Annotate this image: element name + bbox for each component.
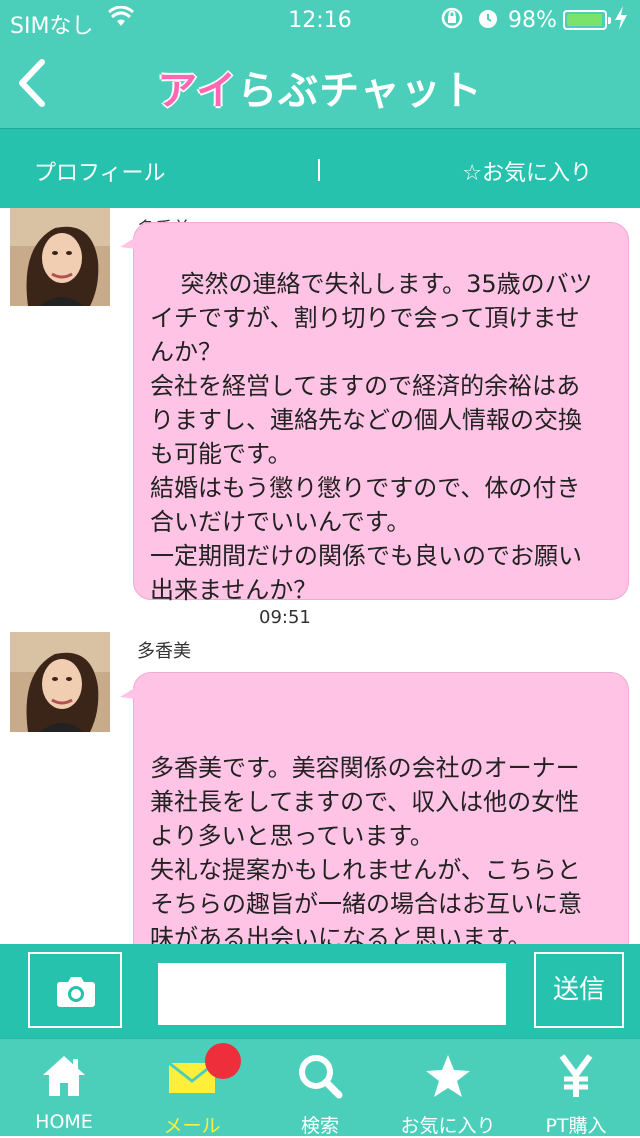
tab-home[interactable]: HOME — [0, 1039, 128, 1137]
profile-link[interactable]: プロフィール — [34, 155, 166, 187]
tab-label: HOME — [35, 1111, 93, 1133]
star-icon — [384, 1053, 512, 1101]
charging-bolt-icon — [614, 6, 628, 35]
tab-bar: HOME メール 検索 お気に入り PT購入 — [0, 1038, 640, 1137]
tab-label: 検索 — [300, 1115, 339, 1137]
tab-favorites[interactable]: お気に入り — [384, 1039, 512, 1137]
message-input-bar: 送信 — [0, 944, 640, 1038]
message-bubble: 多香美です。美容関係の会社のオーナー 兼社長をしてますので、収入は他の女性 より… — [120, 672, 629, 944]
message-bubble: 突然の連絡で失礼します。35歳のバツ イチですが、割り切りで会って頂けませ んか… — [120, 222, 629, 604]
app-logo: アイらぶチャット — [157, 68, 483, 114]
battery-percent: 98% — [508, 8, 557, 33]
home-icon — [0, 1053, 128, 1101]
sender-name: 多香美 — [137, 641, 191, 662]
unread-badge — [205, 1043, 241, 1079]
app-header: アイらぶチャット — [0, 40, 640, 128]
status-bar: SIMなし 12:16 98% — [0, 0, 640, 40]
message-text: 多香美です。美容関係の会社のオーナー 兼社長をしてますので、収入は他の女性 より… — [150, 754, 582, 944]
message-text: 突然の連絡で失礼します。35歳のバツ イチですが、割り切りで会って頂けませ んか… — [150, 270, 593, 604]
message-input[interactable] — [158, 963, 506, 1025]
avatar[interactable] — [10, 208, 110, 306]
favorite-link[interactable]: ☆お気に入り — [462, 155, 592, 187]
tab-pt-purchase[interactable]: PT購入 — [512, 1039, 640, 1137]
send-button[interactable]: 送信 — [534, 952, 624, 1028]
yen-icon — [512, 1053, 640, 1101]
tab-label: お気に入り — [400, 1115, 496, 1137]
tab-search[interactable]: 検索 — [256, 1039, 384, 1137]
rotation-lock-icon — [440, 6, 464, 35]
tab-label: メール — [163, 1115, 221, 1137]
divider — [318, 159, 320, 181]
profile-nav-bar: プロフィール ☆お気に入り — [0, 128, 640, 208]
alarm-icon — [476, 6, 500, 35]
avatar[interactable] — [10, 632, 110, 732]
message-time: 09:51 — [259, 607, 311, 628]
search-icon — [256, 1053, 384, 1101]
tab-label: PT購入 — [545, 1115, 607, 1137]
camera-button[interactable] — [28, 952, 122, 1028]
chat-thread[interactable]: 多香美 突然の連絡で失礼します。35歳のバツ イチですが、割り切りで会って頂けま… — [0, 208, 640, 944]
battery-icon — [563, 10, 611, 30]
